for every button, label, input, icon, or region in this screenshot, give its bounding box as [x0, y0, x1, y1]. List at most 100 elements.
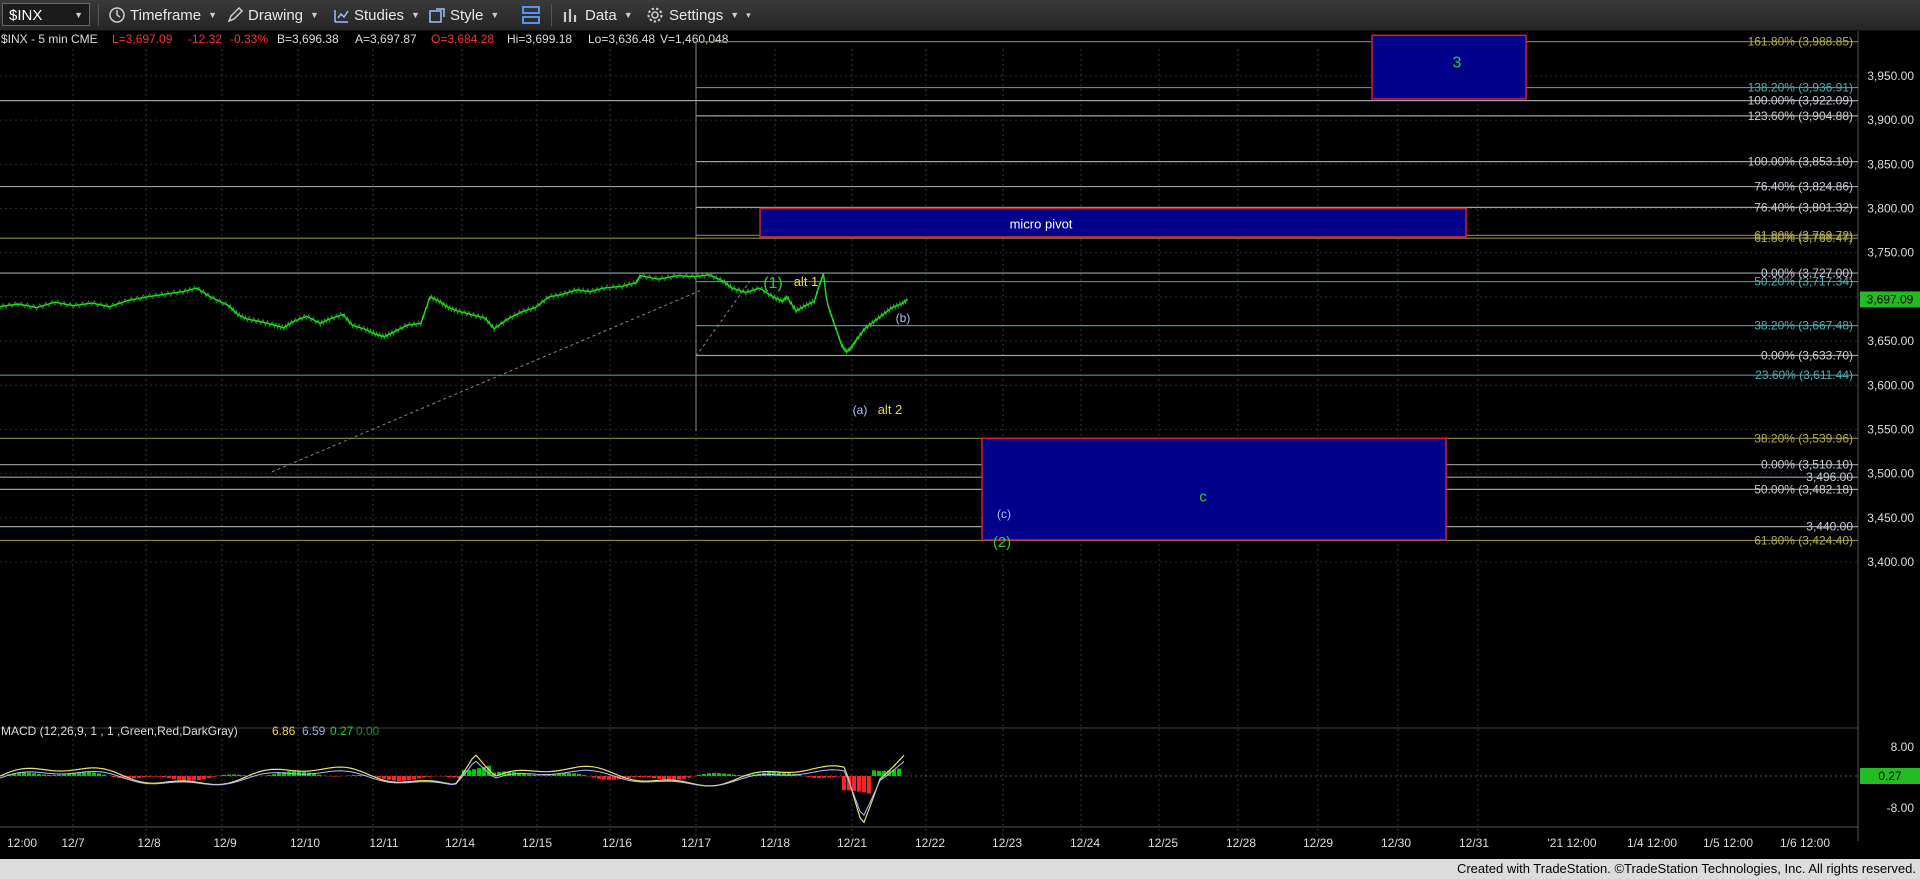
quote-high: Hi=3,699.18 [507, 32, 572, 46]
macd-bar [332, 776, 336, 777]
settings-label: Settings [669, 6, 724, 24]
y-tick-label: 3,950.00 [1867, 69, 1914, 83]
macd-bar [357, 774, 361, 776]
wave-label: (c) [997, 507, 1011, 521]
macd-bar [452, 776, 456, 778]
macd-bar [277, 773, 281, 776]
drawing-button[interactable]: Drawing ▼ [226, 0, 319, 30]
quote-low: Lo=3,636.48 [588, 32, 655, 46]
macd-bar [472, 769, 476, 776]
wave-label: (b) [896, 311, 911, 325]
macd-bar [142, 776, 146, 778]
macd-bar [817, 776, 821, 779]
macd-bar [867, 776, 871, 794]
x-tick-label: 12/15 [522, 836, 552, 850]
macd-zero: 0.00 [356, 724, 380, 738]
chevron-down-icon[interactable]: ▼ [74, 4, 83, 27]
settings-button[interactable]: Settings ▼ ▾ [646, 0, 751, 30]
y-tick-label: 3,500.00 [1867, 467, 1914, 481]
x-tick-label: 1/4 12:00 [1627, 836, 1677, 850]
layout-icon [522, 6, 540, 24]
signal-line [0, 760, 905, 816]
target-box [1371, 34, 1527, 100]
x-tick-label: 12:00 [7, 836, 37, 850]
clock-icon [109, 7, 125, 23]
macd-bar [272, 774, 276, 776]
macd-bar [647, 776, 651, 778]
trendlines [271, 280, 751, 473]
macd-bar [392, 776, 396, 781]
symbol-input[interactable]: $INX ▼ [2, 3, 90, 26]
macd-bar [597, 776, 601, 779]
y-tick-label: 3,750.00 [1867, 246, 1914, 260]
x-tick-label: 12/21 [837, 836, 867, 850]
x-tick-label: 12/29 [1303, 836, 1333, 850]
macd-bar [542, 775, 546, 776]
macd-bar [732, 774, 736, 776]
wave-label: (1) [763, 275, 783, 292]
macd-bar [877, 770, 881, 776]
fib-label: 0.00% (3,633.70) [1761, 348, 1853, 362]
studies-label: Studies [354, 6, 405, 24]
studies-button[interactable]: Studies ▼ [332, 0, 420, 30]
macd-bar [652, 776, 656, 779]
fib-label: 50.20% (3,717.34) [1754, 275, 1853, 289]
macd-title: MACD (12,26,9, 1 , 1 ,Green,Red,DarkGray… [1, 724, 238, 738]
fib-label: 50.00% (3,482.18) [1754, 482, 1853, 496]
macd-bar [152, 776, 156, 777]
wave-labels: (1) alt 1 (b) (a) alt 2 (c) (2) [763, 274, 1011, 551]
y-tick-label: 3,600.00 [1867, 378, 1914, 392]
macd-bar [527, 774, 531, 776]
x-tick-label: 12/10 [290, 836, 320, 850]
fib-label: 100.00% (3,853.10) [1748, 155, 1853, 169]
macd-bar [657, 776, 661, 779]
x-tick-label: 1/6 12:00 [1780, 836, 1830, 850]
macd-bar [532, 774, 536, 776]
data-button[interactable]: Data ▼ [562, 0, 633, 30]
macd-bar [687, 776, 691, 778]
chevron-down-icon: ▼ [730, 10, 740, 20]
footer: Created with TradeStation. ©TradeStation… [0, 859, 1920, 879]
quote-ask: A=3,697.87 [355, 32, 417, 46]
macd-hist: 0.27 [330, 724, 354, 738]
macd-bar [737, 775, 741, 776]
macd-bar [607, 776, 611, 780]
macd-bar [212, 776, 216, 777]
wave-label: alt 2 [878, 402, 903, 417]
x-tick-label: 12/24 [1070, 836, 1100, 850]
fib-label: 76.40% (3,801.32) [1754, 200, 1853, 214]
chevron-down-icon: ▼ [310, 10, 319, 20]
timeframe-button[interactable]: Timeframe ▼ [108, 0, 217, 30]
fib-label: 61.80% (3,766.47) [1754, 231, 1853, 245]
y-tick-label: 3,900.00 [1867, 113, 1914, 127]
macd-bar [47, 774, 51, 776]
y-tick-label: 3,450.00 [1867, 511, 1914, 525]
macd-bar [202, 776, 206, 780]
style-button[interactable]: Style ▼ [428, 0, 499, 30]
layout-button[interactable] [520, 0, 542, 30]
x-tick-label: 12/11 [369, 836, 398, 850]
macd-bar [407, 776, 411, 781]
macd-bar [162, 776, 166, 778]
quote-change: -12.32 [188, 32, 222, 46]
macd-bar [727, 774, 731, 776]
macd-bar [227, 774, 231, 776]
macd-bar [667, 776, 671, 780]
fib-label: 76.40% (3,824.86) [1754, 180, 1853, 194]
macd-bar [632, 776, 636, 778]
macd-bar [167, 776, 171, 778]
macd-bar [242, 775, 246, 776]
macd-bar [352, 775, 356, 776]
macd-bar [872, 770, 876, 776]
quote-open: O=3,684.28 [431, 32, 494, 46]
x-tick-label: 1/5 12:00 [1703, 836, 1753, 850]
x-tick-label: 12/28 [1226, 836, 1256, 850]
price-chart[interactable]: $INX - 5 min CME L=3,697.09 -12.32 -0.33… [0, 31, 1920, 859]
macd-bar [797, 775, 801, 776]
fib-levels: 161.80% (3,988.85)138.20% (3,936.91)100.… [0, 35, 1858, 547]
macd-bar [812, 776, 816, 778]
macd-bar [442, 776, 446, 777]
macd-bar [87, 771, 91, 776]
fib-label: 161.80% (3,988.85) [1748, 35, 1853, 49]
macd-bar [427, 776, 431, 777]
